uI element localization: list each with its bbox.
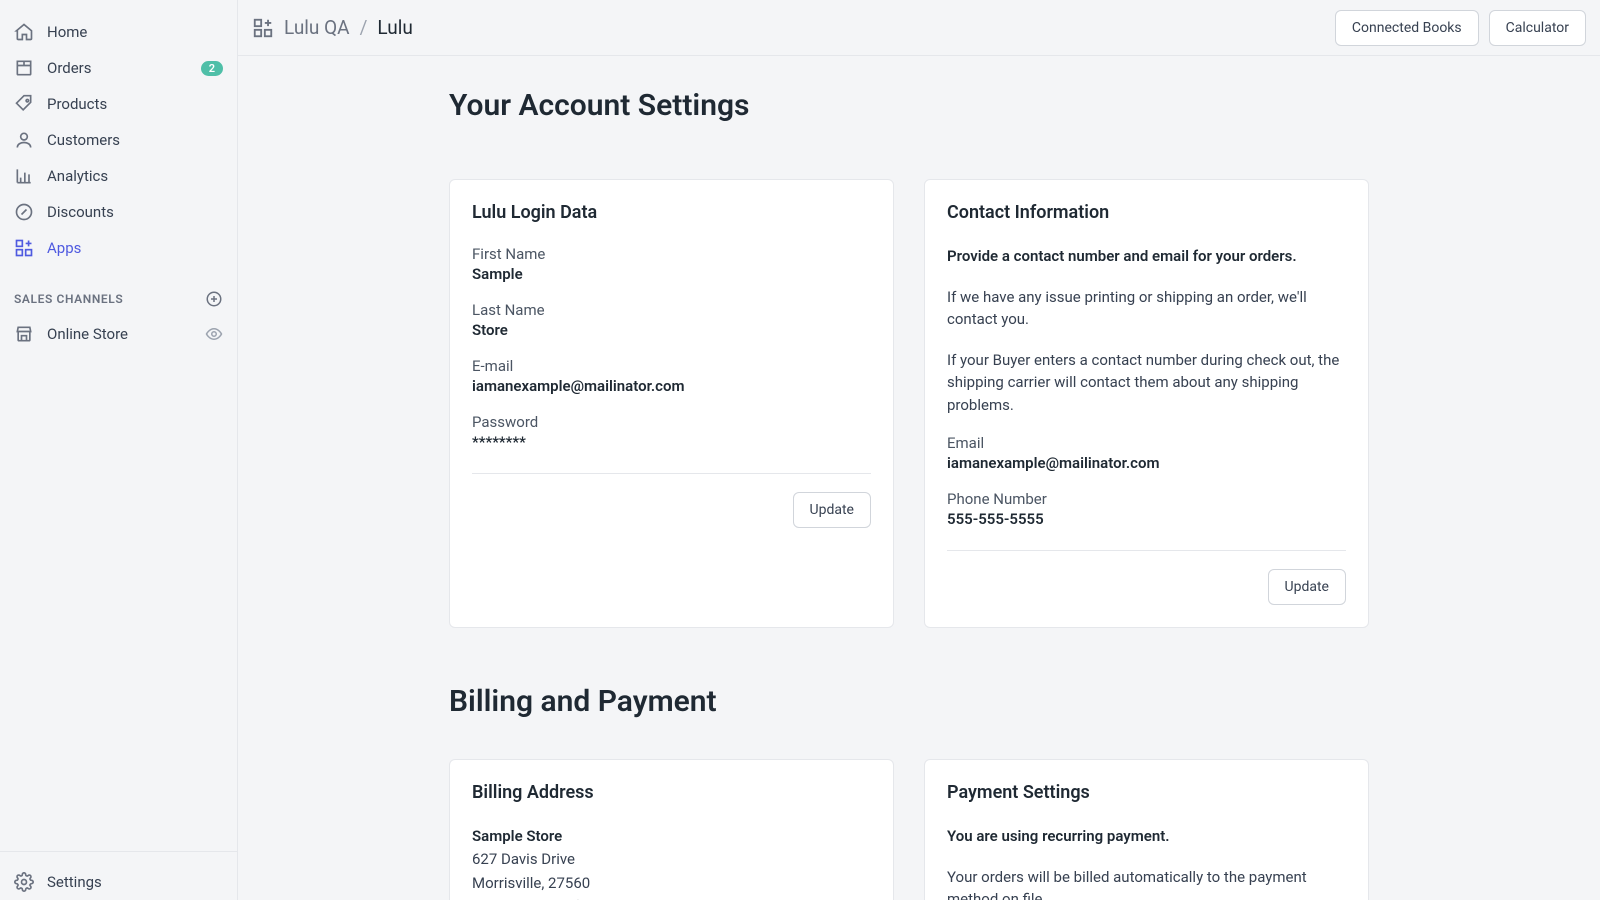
account-card-row: Lulu Login Data First Name Sample Last N…	[449, 179, 1369, 628]
contact-p1: If we have any issue printing or shippin…	[947, 286, 1346, 331]
nav-label: Discounts	[47, 203, 114, 221]
app-icon	[252, 17, 274, 39]
update-login-button[interactable]: Update	[793, 492, 871, 528]
contact-email-field: Email iamanexample@mailinator.com	[947, 434, 1346, 472]
nav-label: Products	[47, 95, 107, 113]
payment-settings-card: Payment Settings You are using recurring…	[924, 759, 1369, 900]
contact-info-card: Contact Information Provide a contact nu…	[924, 179, 1369, 628]
nav-orders[interactable]: Orders 2	[0, 50, 237, 86]
store-icon	[14, 324, 34, 344]
field-value: iamanexample@mailinator.com	[947, 454, 1346, 472]
content-inner: Your Account Settings Lulu Login Data Fi…	[449, 88, 1389, 900]
payment-p1: Your orders will be billed automatically…	[947, 866, 1346, 900]
card-actions: Update	[472, 492, 871, 528]
sales-channels-header: SALES CHANNELS	[0, 266, 237, 316]
breadcrumb-root[interactable]: Lulu QA	[284, 16, 350, 39]
nav-analytics[interactable]: Analytics	[0, 158, 237, 194]
main-area: Lulu QA / Lulu Connected Books Calculato…	[238, 0, 1600, 900]
nav-settings[interactable]: Settings	[14, 864, 223, 900]
billing-name: Sample Store	[472, 825, 871, 848]
field-label: Phone Number	[947, 490, 1346, 508]
field-label: E-mail	[472, 357, 871, 375]
orders-badge: 2	[201, 61, 223, 76]
divider	[947, 550, 1346, 551]
channel-label: Online Store	[47, 325, 128, 343]
nav-label: Analytics	[47, 167, 108, 185]
nav-label: Apps	[47, 239, 81, 257]
nav-products[interactable]: Products	[0, 86, 237, 122]
field-value: Store	[472, 321, 871, 339]
payment-intro: You are using recurring payment.	[947, 825, 1346, 848]
discount-icon	[14, 202, 34, 222]
breadcrumb-current: Lulu	[377, 16, 412, 39]
card-actions: Update	[947, 569, 1346, 605]
gear-icon	[14, 872, 34, 892]
contact-intro: Provide a contact number and email for y…	[947, 245, 1346, 268]
section-title-billing: Billing and Payment	[449, 684, 1369, 719]
contact-p2: If your Buyer enters a contact number du…	[947, 349, 1346, 417]
field-label: First Name	[472, 245, 871, 263]
nav-label: Home	[47, 23, 87, 41]
add-channel-icon[interactable]	[205, 290, 223, 308]
card-title: Payment Settings	[947, 782, 1346, 803]
apps-icon	[14, 238, 34, 258]
topbar: Lulu QA / Lulu Connected Books Calculato…	[238, 0, 1600, 56]
nav-label: Settings	[47, 873, 102, 891]
home-icon	[14, 22, 34, 42]
last-name-field: Last Name Store	[472, 301, 871, 339]
billing-card-row: Billing Address Sample Store 627 Davis D…	[449, 759, 1369, 900]
billing-line2: Morrisville, 27560	[472, 872, 871, 895]
contact-phone-field: Phone Number 555-555-5555	[947, 490, 1346, 528]
page-title-account: Your Account Settings	[449, 88, 1369, 123]
divider	[472, 473, 871, 474]
card-title: Lulu Login Data	[472, 202, 871, 223]
sidebar-footer: Settings	[0, 851, 237, 900]
field-value: 555-555-5555	[947, 510, 1346, 528]
password-field: Password ********	[472, 413, 871, 451]
nav-home[interactable]: Home	[0, 14, 237, 50]
field-value: Sample	[472, 265, 871, 283]
login-data-card: Lulu Login Data First Name Sample Last N…	[449, 179, 894, 628]
field-label: Last Name	[472, 301, 871, 319]
first-name-field: First Name Sample	[472, 245, 871, 283]
chart-icon	[14, 166, 34, 186]
topbar-actions: Connected Books Calculator	[1335, 10, 1586, 46]
card-title: Billing Address	[472, 782, 871, 803]
orders-icon	[14, 58, 34, 78]
billing-address-card: Billing Address Sample Store 627 Davis D…	[449, 759, 894, 900]
field-label: Email	[947, 434, 1346, 452]
nav-label: Customers	[47, 131, 120, 149]
connected-books-button[interactable]: Connected Books	[1335, 10, 1479, 46]
field-label: Password	[472, 413, 871, 431]
tag-icon	[14, 94, 34, 114]
nav-customers[interactable]: Customers	[0, 122, 237, 158]
email-field: E-mail iamanexample@mailinator.com	[472, 357, 871, 395]
billing-line1: 627 Davis Drive	[472, 848, 871, 871]
nav-label: Orders	[47, 59, 92, 77]
main-nav: Home Orders 2 Products Customers	[0, 14, 237, 851]
nav-apps[interactable]: Apps	[0, 230, 237, 266]
content-scroll[interactable]: Your Account Settings Lulu Login Data Fi…	[238, 56, 1600, 900]
sidebar: Home Orders 2 Products Customers	[0, 0, 238, 900]
calculator-button[interactable]: Calculator	[1489, 10, 1586, 46]
channel-online-store[interactable]: Online Store	[0, 316, 237, 352]
field-value: ********	[472, 433, 871, 451]
field-value: iamanexample@mailinator.com	[472, 377, 871, 395]
user-icon	[14, 130, 34, 150]
sales-channels-label: SALES CHANNELS	[14, 292, 123, 306]
update-contact-button[interactable]: Update	[1268, 569, 1346, 605]
nav-discounts[interactable]: Discounts	[0, 194, 237, 230]
card-title: Contact Information	[947, 202, 1346, 223]
breadcrumb-separator: /	[360, 16, 368, 39]
breadcrumb: Lulu QA / Lulu	[252, 16, 413, 39]
view-store-icon[interactable]	[205, 325, 223, 343]
billing-line3: United States of America	[472, 895, 871, 900]
